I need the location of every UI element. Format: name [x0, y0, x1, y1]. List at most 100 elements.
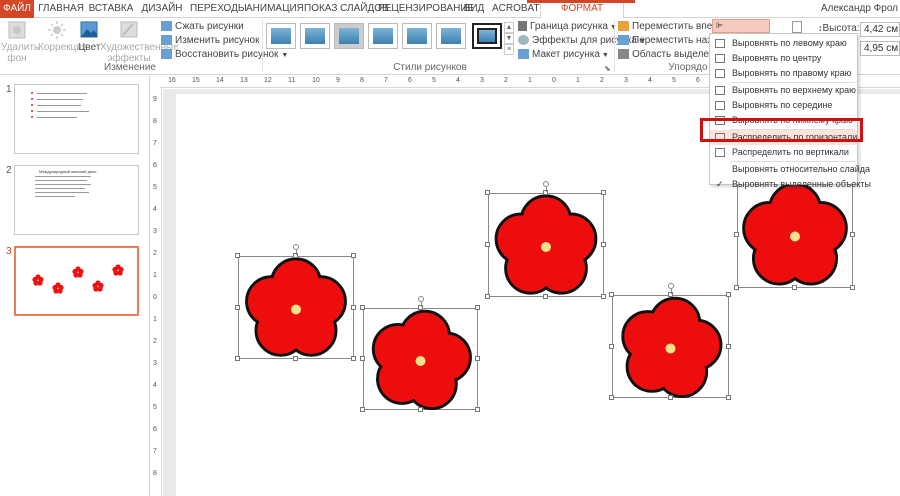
resize-handle[interactable] [235, 253, 240, 258]
tab-view[interactable]: ВИД [462, 0, 486, 18]
tab-design[interactable]: ДИЗАЙН [138, 0, 186, 18]
menu-item-align-right[interactable]: Выровнять по правому краю [710, 66, 857, 81]
remove-background-button[interactable]: Удалить фон [0, 20, 39, 64]
picture-style-6[interactable] [436, 23, 466, 49]
slide-thumbnail-3[interactable] [14, 246, 139, 316]
picture-style-1[interactable] [266, 23, 296, 49]
menu-item-align-left[interactable]: Выровнять по левому краю [710, 36, 857, 51]
ruler-tick: 4 [153, 206, 157, 213]
resize-handle[interactable] [351, 253, 356, 258]
picture-style-5[interactable] [402, 23, 432, 49]
resize-handle[interactable] [734, 285, 739, 290]
resize-handle[interactable] [351, 304, 356, 310]
gallery-down-icon[interactable]: ▼ [504, 33, 514, 44]
menu-item-align-to-slide[interactable]: Выровнять относительно слайда [710, 162, 870, 177]
resize-handle[interactable] [667, 395, 673, 400]
gallery-more-icon[interactable]: ≡ [504, 44, 514, 55]
ruler-tick: 2 [153, 250, 157, 257]
gallery-up-icon[interactable]: ▲ [504, 22, 514, 33]
tab-file[interactable]: ФАЙЛ [0, 0, 34, 18]
resize-handle[interactable] [475, 305, 480, 310]
resize-handle[interactable] [601, 294, 606, 299]
artistic-effects-button[interactable]: Художественные эффекты [100, 20, 179, 64]
corrections-button[interactable]: Коррекция [38, 20, 87, 53]
resize-handle[interactable] [609, 343, 614, 349]
ruler-tick: 14 [216, 77, 224, 84]
resize-handle[interactable] [360, 305, 365, 310]
resize-handle[interactable] [601, 190, 606, 195]
slide-thumbnail-1[interactable] [14, 84, 139, 154]
tab-slideshow[interactable]: ПОКАЗ СЛАЙДОВ [304, 0, 389, 18]
resize-handle[interactable] [351, 356, 356, 361]
flower-icon [245, 257, 347, 357]
rotate-handle-icon[interactable] [293, 244, 299, 250]
resize-handle[interactable] [475, 356, 480, 361]
resize-handle[interactable] [293, 356, 298, 361]
resize-handle[interactable] [543, 294, 548, 299]
dialog-launcher-icon[interactable]: ⬊ [604, 62, 611, 75]
menu-item-align-middle[interactable]: Выровнять по середине [710, 98, 857, 113]
menu-item-distribute-vertically[interactable]: Распределить по вертикали [710, 145, 857, 160]
resize-handle[interactable] [417, 407, 423, 412]
pen-icon [518, 21, 527, 32]
ruler-tick: 5 [672, 77, 676, 84]
resize-handle[interactable] [360, 356, 365, 361]
picture-border-label: Граница рисунка [530, 21, 608, 32]
menu-item-label: Выровнять выделенные объекты [732, 179, 871, 189]
picture-border-button[interactable]: Граница рисунка▼ [518, 20, 617, 33]
menu-item-distribute-horizontally[interactable]: Распределить по горизонтали [710, 130, 857, 145]
resize-handle[interactable] [726, 292, 731, 297]
align-dropdown-button[interactable]: ⊫ Выровнять ▼ [712, 19, 770, 54]
width-input[interactable]: 4,95 см [860, 41, 900, 56]
resize-handle[interactable] [609, 395, 614, 400]
menu-item-align-top[interactable]: Выровнять по верхнему краю [710, 83, 857, 98]
resize-handle[interactable] [485, 294, 490, 299]
tab-home[interactable]: ГЛАВНАЯ [38, 0, 84, 18]
tab-insert[interactable]: ВСТАВКА [88, 0, 134, 18]
resize-handle[interactable] [475, 407, 480, 412]
tab-transitions[interactable]: ПЕРЕХОДЫ [190, 0, 247, 18]
resize-handle[interactable] [726, 395, 731, 400]
picture-layout-button[interactable]: Макет рисунка ▼ [518, 48, 609, 61]
resize-handle[interactable] [235, 356, 240, 361]
tab-review[interactable]: РЕЦЕНЗИРОВАНИЕ [378, 0, 474, 18]
menu-item-align-bottom[interactable]: Выровнять по нижнему краю [710, 113, 857, 128]
menu-item-align-selected-objects[interactable]: ✓ Выровнять выделенные объекты [710, 177, 871, 192]
resize-handle[interactable] [485, 190, 490, 195]
resize-handle[interactable] [601, 242, 606, 247]
picture-style-3[interactable] [334, 23, 364, 49]
tab-animation[interactable]: АНИМАЦИЯ [246, 0, 304, 18]
flower-picture[interactable] [609, 283, 731, 400]
crop-icon[interactable] [792, 21, 802, 33]
flower-picture[interactable] [235, 244, 356, 361]
resize-handle[interactable] [850, 285, 855, 290]
picture-style-2[interactable] [300, 23, 330, 49]
resize-handle[interactable] [734, 231, 739, 237]
resize-handle[interactable] [360, 407, 365, 412]
ruler-tick: 5 [153, 404, 157, 411]
user-name[interactable]: Александр Фрол [821, 0, 898, 18]
tab-acrobat[interactable]: ACROBAT [492, 0, 540, 18]
ruler-tick: 2 [600, 77, 604, 84]
rotate-handle-icon[interactable] [543, 181, 549, 187]
flower-picture[interactable] [360, 296, 480, 412]
compress-pictures-button[interactable]: Сжать рисунки [161, 20, 244, 33]
menu-item-align-center[interactable]: Выровнять по центру [710, 51, 857, 66]
resize-handle[interactable] [235, 304, 240, 310]
resize-handle[interactable] [792, 285, 797, 290]
resize-handle[interactable] [485, 242, 490, 247]
color-button[interactable]: Цвет [78, 20, 100, 53]
flower-picture[interactable] [485, 181, 606, 299]
resize-handle[interactable] [609, 292, 614, 297]
resize-handle[interactable] [850, 231, 855, 237]
change-picture-button[interactable]: Изменить рисунок [161, 34, 260, 47]
resize-handle[interactable] [726, 343, 731, 349]
height-input[interactable]: 4,42 см [860, 22, 900, 37]
flower-picture[interactable] [734, 169, 855, 290]
picture-style-7[interactable] [472, 23, 502, 49]
picture-style-4[interactable] [368, 23, 398, 49]
ruler-tick: 11 [288, 77, 296, 84]
rotate-handle-icon[interactable] [667, 283, 674, 289]
slide-thumbnail-2[interactable]: Международный женский день [14, 165, 139, 235]
rotate-handle-icon[interactable] [417, 296, 424, 302]
